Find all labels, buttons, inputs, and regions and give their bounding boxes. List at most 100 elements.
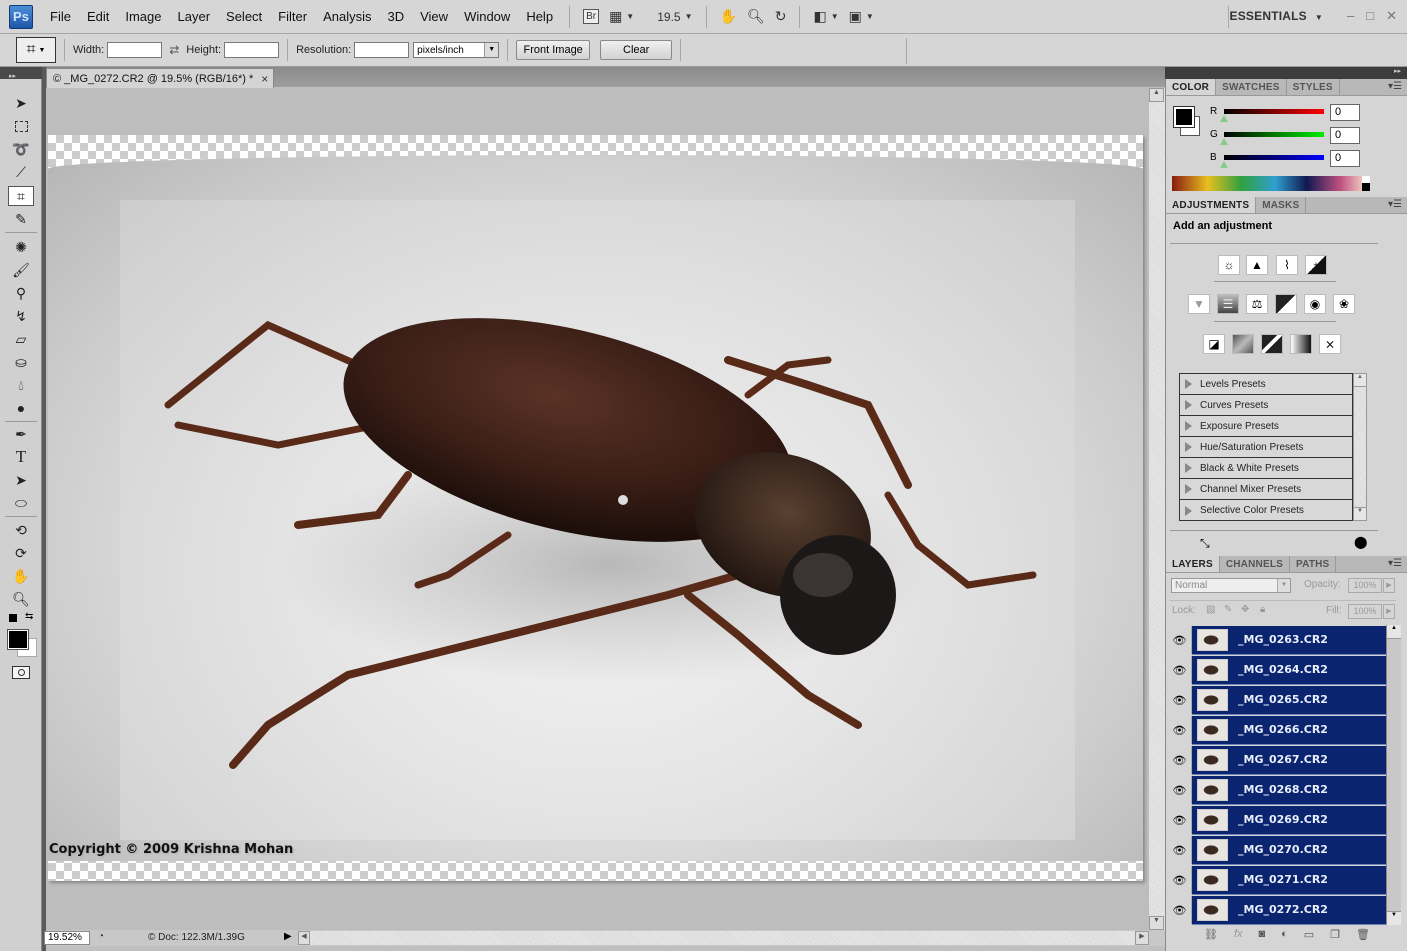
foreground-color-swatch[interactable]: [1173, 106, 1195, 128]
layer-row[interactable]: 👁︎ _MG_0270.CR2: [1168, 835, 1386, 865]
resolution-input[interactable]: [354, 42, 410, 58]
lock-transparency-icon[interactable]: ▨: [1206, 604, 1215, 615]
exposure-button[interactable]: ±: [1305, 255, 1327, 275]
hand-tool-button[interactable]: ✋: [720, 5, 737, 29]
tab-adjustments[interactable]: ADJUSTMENTS: [1166, 197, 1257, 213]
blue-slider[interactable]: [1224, 155, 1324, 160]
hue-saturation-button[interactable]: ☰: [1217, 294, 1239, 314]
add-mask-icon[interactable]: ◙: [1258, 928, 1265, 940]
vertical-scrollbar[interactable]: ▲ ▼: [1149, 88, 1165, 930]
foreground-color-swatch[interactable]: [7, 629, 29, 650]
visibility-eye-icon[interactable]: 👁︎: [1168, 896, 1192, 924]
fill-slider-button[interactable]: ▶: [1383, 604, 1395, 619]
bridge-button[interactable]: Br: [583, 5, 600, 29]
preset-selective-color[interactable]: Selective Color Presets: [1180, 500, 1352, 521]
panel-menu-icon[interactable]: ▾☰: [1388, 199, 1402, 210]
selective-color-button[interactable]: ⨯: [1319, 334, 1341, 354]
menu-view[interactable]: View: [412, 9, 456, 24]
visibility-eye-icon[interactable]: 👁︎: [1168, 836, 1192, 864]
color-spectrum-ramp[interactable]: [1172, 176, 1370, 191]
layer-row[interactable]: 👁︎ _MG_0269.CR2: [1168, 805, 1386, 835]
tab-styles[interactable]: STYLES: [1287, 79, 1340, 95]
scroll-down-icon[interactable]: ▼: [1149, 916, 1164, 930]
history-brush-tool[interactable]: ↯: [8, 306, 34, 326]
layer-row[interactable]: 👁︎ _MG_0264.CR2: [1168, 655, 1386, 685]
swap-dimensions-icon[interactable]: ⇄: [169, 43, 179, 57]
color-balance-button[interactable]: ⚖: [1246, 294, 1268, 314]
swap-colors-icon[interactable]: ⇆: [25, 611, 33, 622]
green-slider-handle[interactable]: [1220, 138, 1228, 145]
visibility-eye-icon[interactable]: 👁︎: [1168, 716, 1192, 744]
visibility-eye-icon[interactable]: 👁︎: [1168, 806, 1192, 834]
menu-layer[interactable]: Layer: [170, 9, 219, 24]
hand-tool[interactable]: ✋: [8, 566, 34, 586]
type-tool[interactable]: T: [8, 447, 34, 467]
visibility-eye-icon[interactable]: 👁︎: [1168, 656, 1192, 684]
width-input[interactable]: [107, 42, 163, 58]
preset-hue-saturation[interactable]: Hue/Saturation Presets: [1180, 437, 1352, 458]
rotate-view-button[interactable]: ↻: [775, 5, 787, 29]
panel-menu-icon[interactable]: ▾☰: [1388, 558, 1402, 569]
eraser-tool[interactable]: ▱: [8, 329, 34, 349]
scroll-up-icon[interactable]: ▲: [1149, 88, 1164, 102]
dodge-tool[interactable]: ●: [8, 398, 34, 418]
maximize-icon[interactable]: □: [1366, 8, 1374, 24]
blur-tool[interactable]: 💧︎: [8, 375, 34, 395]
menu-filter[interactable]: Filter: [270, 9, 315, 24]
marquee-tool[interactable]: [8, 116, 34, 136]
layer-row[interactable]: 👁︎ _MG_0271.CR2: [1168, 865, 1386, 895]
menu-window[interactable]: Window: [456, 9, 518, 24]
3d-orbit-tool[interactable]: ⟳: [8, 543, 34, 563]
lock-pixels-icon[interactable]: ✎: [1224, 604, 1232, 615]
opacity-slider-button[interactable]: ▶: [1383, 578, 1395, 593]
menu-image[interactable]: Image: [117, 9, 169, 24]
paint-bucket-tool[interactable]: ⛀: [8, 352, 34, 372]
blue-slider-handle[interactable]: [1220, 161, 1228, 168]
panel-menu-icon[interactable]: ▾☰: [1388, 81, 1402, 92]
layer-row[interactable]: 👁︎ _MG_0265.CR2: [1168, 685, 1386, 715]
layer-row[interactable]: 👁︎ _MG_0267.CR2: [1168, 745, 1386, 775]
status-info-icon[interactable]: ◔: [93, 931, 109, 945]
black-swatch[interactable]: [1362, 183, 1370, 191]
visibility-eye-icon[interactable]: 👁︎: [1168, 746, 1192, 774]
gradient-map-button[interactable]: [1290, 334, 1312, 354]
visibility-eye-icon[interactable]: 👁︎: [1168, 626, 1192, 654]
layers-scrollbar[interactable]: ▲ ▼: [1386, 625, 1401, 925]
close-tab-icon[interactable]: ×: [261, 72, 268, 86]
white-swatch[interactable]: [1362, 176, 1370, 183]
delete-layer-icon[interactable]: 🗑︎: [1356, 928, 1370, 941]
view-extras-button[interactable]: ▦ ▼: [609, 5, 634, 29]
zoom-tool[interactable]: 🔍︎: [8, 589, 34, 609]
presets-scrollbar[interactable]: ▲ ▼: [1353, 373, 1367, 521]
scroll-up-icon[interactable]: ▲: [1354, 374, 1366, 387]
tab-layers[interactable]: LAYERS: [1166, 556, 1220, 572]
zoom-tool-button[interactable]: 🔍︎: [747, 5, 765, 29]
panel-dock-header[interactable]: ▸▸: [1165, 67, 1407, 79]
screen-mode-button[interactable]: ▣ ▼: [849, 5, 874, 29]
eyedropper-tool[interactable]: ✎: [8, 209, 34, 229]
3d-rotate-tool[interactable]: ⟲: [8, 520, 34, 540]
levels-button[interactable]: ▲: [1246, 255, 1268, 275]
fill-input[interactable]: 100%: [1348, 604, 1382, 619]
minimize-icon[interactable]: –: [1347, 8, 1354, 24]
shape-tool[interactable]: ⬭: [8, 493, 34, 513]
move-tool[interactable]: ➤: [8, 93, 34, 113]
layer-row[interactable]: 👁︎ _MG_0263.CR2: [1168, 625, 1386, 655]
lock-all-icon[interactable]: 🔒︎: [1260, 604, 1265, 615]
layer-row[interactable]: 👁︎ _MG_0266.CR2: [1168, 715, 1386, 745]
brightness-contrast-button[interactable]: ☼: [1218, 255, 1240, 275]
new-group-icon[interactable]: ▭: [1304, 928, 1314, 941]
menu-3d[interactable]: 3D: [379, 9, 412, 24]
tab-masks[interactable]: MASKS: [1256, 197, 1307, 213]
status-menu-arrow-icon[interactable]: ▶: [284, 931, 292, 942]
blend-mode-select[interactable]: Normal ▼: [1171, 578, 1291, 593]
quick-mask-button[interactable]: [12, 666, 30, 679]
lasso-tool[interactable]: ➰: [8, 139, 34, 159]
invert-button[interactable]: ◪: [1203, 334, 1225, 354]
menu-select[interactable]: Select: [218, 9, 270, 24]
green-value-input[interactable]: 0: [1330, 127, 1360, 144]
visibility-eye-icon[interactable]: 👁︎: [1168, 776, 1192, 804]
vibrance-button[interactable]: ▼: [1188, 294, 1210, 314]
visibility-eye-icon[interactable]: 👁︎: [1168, 686, 1192, 714]
clone-stamp-tool[interactable]: ⚲: [8, 283, 34, 303]
